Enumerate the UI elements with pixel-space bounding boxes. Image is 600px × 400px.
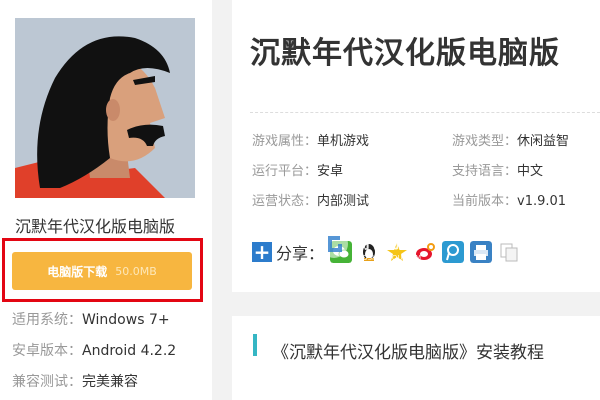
attr-value[interactable]: 单机游戏: [317, 134, 369, 149]
attr-key: 运营状态：: [252, 194, 318, 209]
divider: [250, 112, 600, 113]
attr-value: v1.9.01: [517, 194, 567, 209]
download-size-label: 50.0MB: [115, 264, 157, 278]
watermark-url: GAOSHOUYOU.COM: [352, 254, 421, 262]
pc-download-button[interactable]: 电脑版下载 50.0MB: [12, 252, 192, 290]
page-title: 沉默年代汉化版电脑版: [250, 36, 560, 71]
meta-key: 适用系统：: [12, 312, 82, 328]
meta-row-android: 安卓版本：Android 4.2.2: [12, 340, 176, 360]
tencent-weibo-icon[interactable]: [442, 241, 465, 263]
watermark-brand: 高手游: [352, 231, 406, 253]
attr-value: 安卓: [317, 164, 344, 179]
site-watermark: 高手游 GAOSHOUYOU.COM: [316, 226, 440, 266]
meta-value: Android 4.2.2: [82, 343, 177, 359]
attr-value: 中文: [517, 164, 544, 179]
download-button-label: 电脑版下载: [47, 264, 108, 279]
attr-key: 游戏类型：: [452, 134, 518, 149]
attr-status: 运营状态：内部测试: [252, 190, 369, 209]
attr-value: 内部测试: [317, 194, 370, 209]
bearded-man-illustration: [15, 18, 195, 198]
game-name-label: 沉默年代汉化版电脑版: [15, 217, 176, 236]
meta-key: 安卓版本：: [12, 343, 82, 359]
meta-value: Windows 7+: [82, 312, 170, 328]
attr-game-type: 游戏类型：休闲益智: [452, 130, 569, 149]
attr-game-property: 游戏属性：单机游戏: [252, 130, 369, 149]
attr-key: 当前版本：: [452, 194, 518, 209]
meta-row-system: 适用系统：Windows 7+: [12, 309, 170, 329]
attr-key: 运行平台：: [252, 164, 318, 179]
section-title: 《沉默年代汉化版电脑版》安装教程: [272, 343, 544, 363]
attr-language: 支持语言：中文: [452, 160, 543, 179]
section-accent-bar: [253, 334, 257, 356]
attr-version: 当前版本：v1.9.01: [452, 190, 566, 209]
gaoshouyou-logo-icon: 高手游 GAOSHOUYOU.COM: [320, 230, 421, 262]
attr-key: 游戏属性：: [252, 134, 318, 149]
copy-icon[interactable]: [498, 241, 521, 263]
meta-key: 兼容测试：: [12, 374, 82, 390]
attr-platform: 运行平台：安卓: [252, 160, 343, 179]
plus-icon[interactable]: +: [252, 242, 272, 262]
print-icon[interactable]: [470, 241, 493, 263]
attr-value[interactable]: 休闲益智: [517, 134, 569, 149]
attr-key: 支持语言：: [452, 164, 518, 179]
meta-row-compat: 兼容测试：完美兼容: [12, 371, 138, 391]
meta-value: 完美兼容: [82, 374, 138, 390]
game-cover-image[interactable]: [15, 18, 195, 198]
